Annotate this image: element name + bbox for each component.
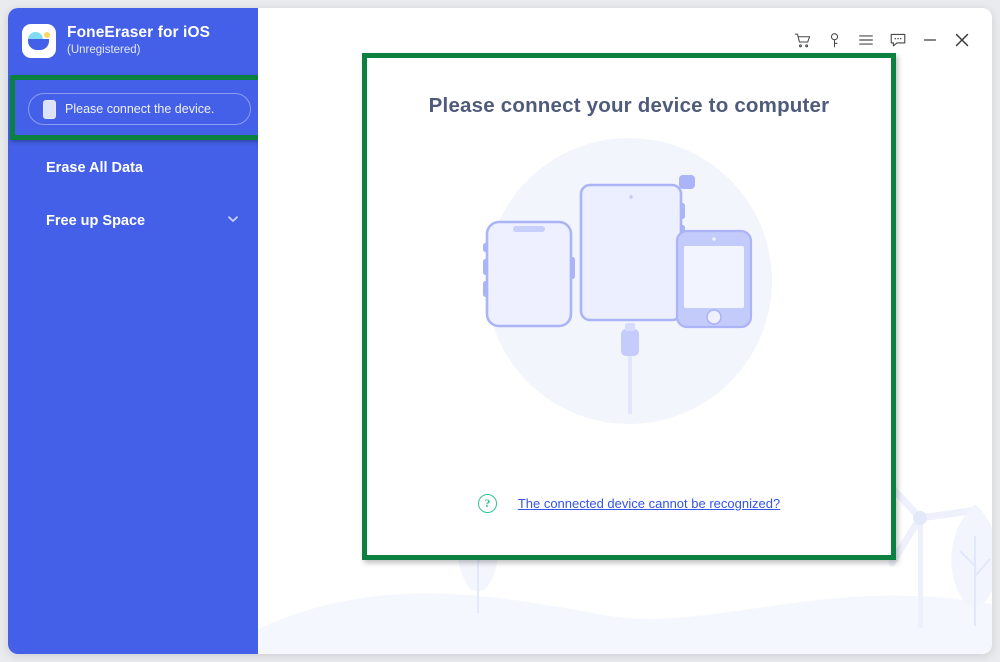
application-window: FoneEraser for iOS (Unregistered) Please… bbox=[8, 8, 992, 654]
sidebar-nav: Erase All Data Free up Space bbox=[8, 148, 258, 241]
menu-icon[interactable] bbox=[850, 24, 882, 56]
connect-devices-illustration bbox=[483, 138, 772, 424]
close-icon[interactable] bbox=[946, 24, 978, 56]
minimize-icon[interactable] bbox=[914, 24, 946, 56]
sidebar-item-label: Free up Space bbox=[46, 213, 146, 229]
cart-icon[interactable] bbox=[786, 24, 818, 56]
feedback-icon[interactable] bbox=[882, 24, 914, 56]
key-icon[interactable] bbox=[818, 24, 850, 56]
tree-icon bbox=[951, 504, 992, 626]
sidebar-item-erase-all-data[interactable]: Erase All Data bbox=[8, 148, 258, 188]
page-title: Please connect your device to computer bbox=[428, 94, 830, 117]
app-name: FoneEraser for iOS bbox=[67, 24, 211, 42]
device-not-recognized-link[interactable]: The connected device cannot be recognize… bbox=[518, 496, 780, 511]
registration-status: (Unregistered) bbox=[67, 44, 141, 57]
help-row: ? The connected device cannot be recogni… bbox=[367, 494, 891, 513]
sidebar-item-label: Erase All Data bbox=[46, 160, 143, 176]
titlebar bbox=[786, 24, 978, 56]
sidebar-item-free-up-space[interactable]: Free up Space bbox=[8, 201, 258, 241]
app-brand: FoneEraser for iOS (Unregistered) bbox=[8, 8, 258, 58]
device-status-label: Please connect the device. bbox=[65, 102, 215, 116]
question-mark-icon: ? bbox=[477, 494, 497, 513]
iphone-notch bbox=[483, 220, 575, 328]
app-logo-icon bbox=[22, 24, 56, 58]
chevron-down-icon bbox=[226, 212, 240, 231]
sidebar: FoneEraser for iOS (Unregistered) Please… bbox=[8, 8, 268, 654]
main-content: Please connect your device to computer ?… bbox=[258, 8, 992, 654]
iphone-home-button bbox=[675, 229, 753, 329]
connect-device-card: Please connect your device to computer ?… bbox=[362, 53, 896, 560]
phone-icon bbox=[43, 99, 56, 119]
device-status-button[interactable]: Please connect the device. bbox=[28, 93, 251, 125]
